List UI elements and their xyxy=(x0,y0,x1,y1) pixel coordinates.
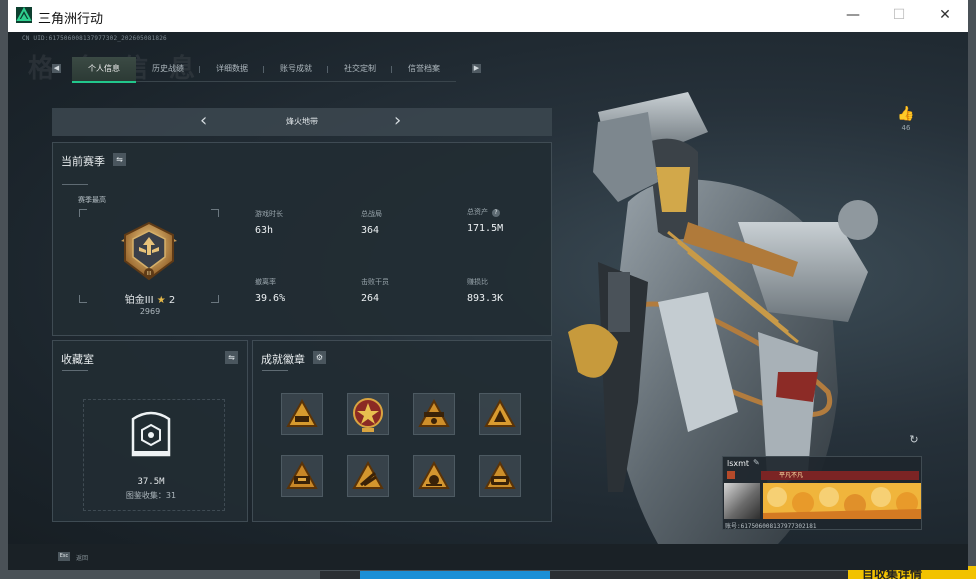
triangle-badge-icon[interactable] xyxy=(347,455,389,497)
triangle-badge-icon[interactable] xyxy=(281,393,323,435)
title-underline xyxy=(62,370,88,371)
tabs: 个人信息 历史战绩 详细数据 账号成就 社交定制 信誉档案 xyxy=(72,57,460,83)
tab-label: 历史战绩 xyxy=(152,64,184,73)
uid-label: CN UID:617506008137977302_202605081826 xyxy=(22,35,167,42)
desktop-blue-button xyxy=(360,571,550,579)
season-high-label: 赛季最高 xyxy=(78,196,106,204)
stat-label: 总战局 xyxy=(361,210,382,218)
stat-value: 893.3K xyxy=(467,293,504,304)
triangle-badge-icon[interactable] xyxy=(479,393,521,435)
triangle-badge-icon[interactable] xyxy=(479,455,521,497)
rank-score: 2969 xyxy=(139,307,161,316)
collection-title: 收藏室 xyxy=(61,353,94,366)
achievements-panel: 成就徽章 ⚙ xyxy=(252,340,552,522)
triangle-badge-icon[interactable] xyxy=(413,393,455,435)
player-name: lsxmt xyxy=(727,459,750,468)
tab-reputation[interactable]: 信誉档案 xyxy=(392,57,456,82)
title-bar: 三角洲行动 — ☐ ✕ xyxy=(8,0,968,32)
stat-value: 364 xyxy=(361,225,380,236)
stat-value: 171.5M xyxy=(467,223,504,234)
collection-value: 37.5M xyxy=(137,477,165,487)
minimize-button[interactable]: — xyxy=(830,0,876,32)
stat-profit-loss: 赚损比 893.3K xyxy=(467,277,503,304)
achievements-title: 成就徽章 xyxy=(261,353,305,366)
like-count: 46 xyxy=(901,124,911,132)
player-banner-image xyxy=(763,483,921,519)
rank-tag: 平凡不凡 xyxy=(778,472,803,479)
star-icon: ★ xyxy=(156,295,166,306)
thumbs-up-icon: 👍 xyxy=(897,106,915,122)
frame-corner xyxy=(79,209,87,217)
stat-playtime: 游戏时长 63h xyxy=(255,209,283,236)
collection-panel[interactable]: 收藏室 ⇋ 37.5M 图鉴收集：31 xyxy=(52,340,248,522)
stat-extraction-rate: 撤离率 39.6% xyxy=(255,277,285,304)
collection-switch-icon[interactable]: ⇋ xyxy=(225,351,238,364)
app-logo-icon xyxy=(16,7,32,23)
refresh-icon[interactable]: ↻ xyxy=(908,434,920,446)
rank-tag-bar: 平凡不凡 xyxy=(761,471,919,480)
stat-label: 游戏时长 xyxy=(255,210,283,218)
esc-key-button[interactable]: Esc xyxy=(58,552,70,561)
tab-profile[interactable]: 个人信息 xyxy=(72,57,136,83)
tab-label: 账号成就 xyxy=(280,64,312,73)
player-uid: 账号:617506008137977302181 xyxy=(725,523,817,530)
title-underline xyxy=(62,184,88,185)
rank-title: 铂金III xyxy=(124,295,154,306)
edit-icon[interactable]: ✎ xyxy=(753,458,760,467)
vault-icon xyxy=(129,407,173,459)
tab-next-button[interactable]: ▶ xyxy=(472,64,481,73)
tab-achievements[interactable]: 账号成就 xyxy=(264,57,328,82)
window-title: 三角洲行动 xyxy=(38,12,104,27)
stat-operators-defeated: 击败干员 264 xyxy=(361,277,389,304)
mode-next-button[interactable]: › xyxy=(394,110,401,131)
help-icon[interactable]: ? xyxy=(492,209,500,217)
stat-value: 63h xyxy=(255,225,274,236)
season-title: 当前赛季 xyxy=(61,155,105,168)
avatar[interactable] xyxy=(724,483,760,519)
stat-label: 赚损比 xyxy=(467,278,488,286)
tab-social[interactable]: 社交定制 xyxy=(328,57,392,82)
achievements-settings-icon[interactable]: ⚙ xyxy=(313,351,326,364)
star-medal-badge-icon[interactable] xyxy=(347,393,389,435)
tab-history[interactable]: 历史战绩 xyxy=(136,57,200,82)
tab-bar: ◀ 个人信息 历史战绩 详细数据 账号成就 社交定制 信誉档案 ▶ xyxy=(52,57,488,83)
stat-total-assets: 总资产? 171.5M xyxy=(467,207,503,234)
title-underline xyxy=(262,370,288,371)
triangle-badge-icon[interactable] xyxy=(413,455,455,497)
season-switch-icon[interactable]: ⇋ xyxy=(113,153,126,166)
game-screen: CN UID:617506008137977302_202605081826 格… xyxy=(8,32,968,570)
mode-selector: ‹ 烽火地带 › xyxy=(52,108,552,136)
collection-count: 图鉴收集：31 xyxy=(125,491,177,500)
stat-total-matches: 总战局 364 xyxy=(361,209,382,236)
like-button[interactable]: 👍 46 xyxy=(896,106,916,132)
tab-label: 个人信息 xyxy=(88,64,120,73)
maximize-button[interactable]: ☐ xyxy=(876,0,922,32)
tab-details[interactable]: 详细数据 xyxy=(200,57,264,82)
bottom-bar: Esc 返回 xyxy=(8,544,968,570)
tab-label: 社交定制 xyxy=(344,64,376,73)
stat-label: 击败干员 xyxy=(361,278,389,286)
app-window: 三角洲行动 — ☐ ✕ CN UID:617506008137977302_20… xyxy=(8,0,968,570)
tab-label: 信誉档案 xyxy=(408,64,440,73)
season-panel: 当前赛季 ⇋ 赛季最高 III 铂金III ★ 2 2969 游戏时长 63h … xyxy=(52,142,552,336)
frame-corner xyxy=(211,209,219,217)
svg-text:III: III xyxy=(147,271,151,277)
triangle-badge-icon[interactable] xyxy=(281,455,323,497)
rank-shield-icon xyxy=(727,471,735,479)
tab-prev-button[interactable]: ◀ xyxy=(52,64,61,73)
tab-label: 详细数据 xyxy=(216,64,248,73)
close-button[interactable]: ✕ xyxy=(922,0,968,32)
stat-value: 264 xyxy=(361,293,380,304)
stat-label: 总资产 xyxy=(467,208,488,216)
stat-value: 39.6% xyxy=(255,293,286,304)
mode-label: 烽火地带 xyxy=(286,117,318,126)
rank-name: 铂金III ★ 2 xyxy=(83,291,217,306)
back-label[interactable]: 返回 xyxy=(76,553,88,562)
player-card[interactable]: lsxmt ✎ 平凡不凡 账号:617506008137977302181 xyxy=(722,456,922,530)
rank-star-count: 2 xyxy=(168,295,176,306)
stat-label: 撤离率 xyxy=(255,278,276,286)
platinum-rank-emblem-icon: III xyxy=(113,215,185,287)
